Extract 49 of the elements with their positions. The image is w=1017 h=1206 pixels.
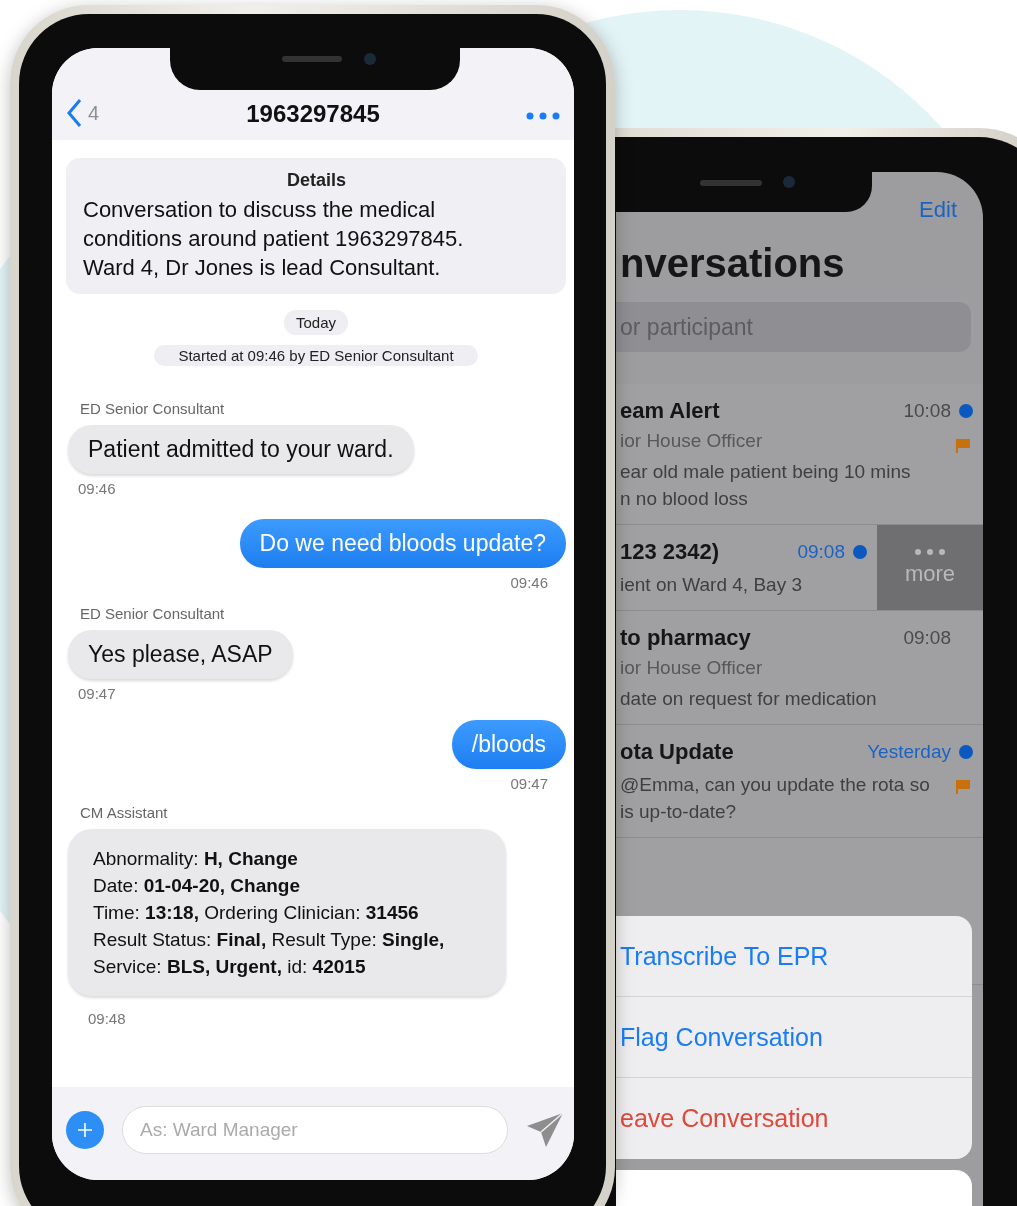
back-chevron-icon: [66, 98, 82, 128]
sender-name: ED Senior Consultant: [80, 400, 225, 417]
conversation-title: 1963297845: [246, 100, 380, 128]
sender-name: ED Senior Consultant: [80, 605, 225, 622]
message-bubble: Patient admitted to your ward.: [68, 425, 414, 474]
conversation-sender: ior House Officer: [620, 430, 763, 452]
send-icon: [526, 1111, 564, 1148]
conversation-time: 09:08: [903, 627, 951, 649]
conversation-started-note: Started at 09:46 by ED Senior Consultant: [154, 345, 478, 366]
conversation-row[interactable]: 123 2342) 09:08 ient on Ward 4, Bay 3 more: [616, 525, 983, 611]
message-time: 09:46: [78, 480, 116, 497]
edit-button[interactable]: Edit: [919, 197, 957, 223]
action-sheet-item[interactable]: Flag Conversation: [616, 997, 972, 1078]
message-bubble: /bloods: [451, 720, 566, 769]
action-sheet-item[interactable]: eave Conversation: [616, 1078, 972, 1159]
sender-name: CM Assistant: [80, 804, 168, 821]
conversation-time: 09:08: [797, 541, 845, 563]
conversation-title: to pharmacy: [620, 625, 751, 651]
back-button[interactable]: 4: [66, 98, 100, 128]
conversation-time: 10:08: [903, 400, 951, 422]
more-icon: [915, 548, 945, 555]
conversation-time: Yesterday: [867, 741, 951, 763]
details-heading: Details: [287, 170, 346, 191]
conversation-preview: ient on Ward 4, Bay 3: [620, 573, 802, 597]
conversation-preview: ear old male patient being 10 mins n no blood loss: [620, 460, 911, 511]
message-time: 09:48: [88, 1010, 126, 1027]
send-button[interactable]: [526, 1111, 564, 1148]
conversation-sender: ior House Officer: [620, 657, 763, 679]
message-input-field[interactable]: As: Ward Manager: [122, 1105, 508, 1154]
message-time: 09:46: [510, 574, 548, 591]
details-text: Conversation to discuss the medical conditions around patient 1963297845. Ward 4, Dr Jones is lead Consultant.: [83, 196, 465, 282]
more-icon: [526, 112, 560, 120]
conversation-preview: date on request for medication: [620, 687, 877, 711]
conversation-title: 123 2342): [620, 539, 720, 565]
conversation-title: eam Alert: [620, 398, 720, 424]
result-message-bubble: Abnormality: H, Change Date: 01-04-20, Change Time: 13:18, Ordering Clinician: 31456 Result Status: Final, Result Type: Single, Service: BLS, Urgent, id: 42015: [68, 829, 506, 996]
date-label: Today: [284, 310, 348, 335]
message-bubble: Do we need bloods update?: [239, 519, 566, 568]
more-action-button[interactable]: more: [877, 525, 983, 610]
add-button[interactable]: [66, 1110, 104, 1149]
message-time: 09:47: [78, 685, 116, 702]
action-sheet-item[interactable]: Transcribe To EPR: [616, 916, 972, 997]
more-button[interactable]: [526, 112, 560, 120]
conversation-title: ota Update: [620, 739, 734, 765]
conversation-preview: @Emma, can you update the rota so is up-to-date?: [620, 773, 930, 824]
screen-title: nversations: [620, 241, 845, 286]
message-time: 09:47: [510, 775, 548, 792]
message-bubble: Yes please, ASAP: [68, 630, 293, 679]
plus-icon: [77, 1121, 93, 1138]
